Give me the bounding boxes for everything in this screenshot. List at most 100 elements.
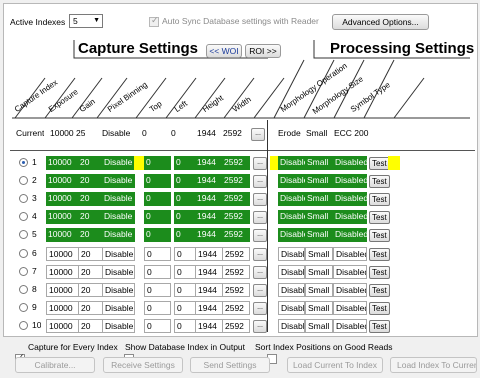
exposure-field[interactable]: 10000 xyxy=(46,247,79,261)
width-field[interactable]: 2592 xyxy=(222,301,250,315)
width-field[interactable]: 2592 xyxy=(222,210,250,224)
test-button[interactable]: Test xyxy=(369,284,390,297)
height-field[interactable]: 1944 xyxy=(195,192,223,206)
index-more-button[interactable]: ... xyxy=(253,229,267,242)
symbol-type-field[interactable]: Disabled xyxy=(333,247,367,261)
binning-field[interactable]: Disable xyxy=(102,210,135,224)
binning-field[interactable]: Disable xyxy=(102,228,135,242)
width-field[interactable]: 2592 xyxy=(222,265,250,279)
exposure-field[interactable]: 10000 xyxy=(46,283,79,297)
symbol-type-field[interactable]: Disabled xyxy=(333,156,367,170)
gain-field[interactable]: 20 xyxy=(78,301,103,315)
width-field[interactable]: 2592 xyxy=(222,156,250,170)
morph-op-field[interactable]: Disable xyxy=(278,283,305,297)
binning-field[interactable]: Disable xyxy=(102,319,135,333)
test-button[interactable]: Test xyxy=(369,248,390,261)
morph-size-field[interactable]: Small xyxy=(305,156,333,170)
test-button[interactable]: Test xyxy=(369,211,390,224)
morph-size-field[interactable]: Small xyxy=(305,192,333,206)
gain-field[interactable]: 20 xyxy=(78,192,103,206)
symbol-type-field[interactable]: Disabled xyxy=(333,174,367,188)
current-more-button[interactable]: ... xyxy=(251,128,265,141)
gain-field[interactable]: 20 xyxy=(78,247,103,261)
index-more-button[interactable]: ... xyxy=(253,302,267,315)
binning-field[interactable]: Disable xyxy=(102,156,135,170)
index-radio[interactable] xyxy=(19,249,28,258)
test-button[interactable]: Test xyxy=(369,320,390,333)
height-field[interactable]: 1944 xyxy=(195,156,223,170)
morph-size-field[interactable]: Small xyxy=(305,247,333,261)
index-more-button[interactable]: ... xyxy=(253,157,267,170)
exposure-field[interactable]: 10000 xyxy=(46,174,79,188)
test-button[interactable]: Test xyxy=(369,157,390,170)
morph-size-field[interactable]: Small xyxy=(305,283,333,297)
gain-field[interactable]: 20 xyxy=(78,319,103,333)
morph-size-field[interactable]: Small xyxy=(305,301,333,315)
test-button[interactable]: Test xyxy=(369,229,390,242)
symbol-type-field[interactable]: Disabled xyxy=(333,283,367,297)
morph-size-field[interactable]: Small xyxy=(305,228,333,242)
binning-field[interactable]: Disable xyxy=(102,283,135,297)
top-field[interactable]: 0 xyxy=(144,265,171,279)
exposure-field[interactable]: 10000 xyxy=(46,156,79,170)
top-field[interactable]: 0 xyxy=(144,301,171,315)
roi-button[interactable]: ROI >> xyxy=(245,44,281,58)
morph-op-field[interactable]: Disable xyxy=(278,210,305,224)
symbol-type-field[interactable]: Disabled xyxy=(333,210,367,224)
index-more-button[interactable]: ... xyxy=(253,284,267,297)
morph-op-field[interactable]: Disable xyxy=(278,319,305,333)
width-field[interactable]: 2592 xyxy=(222,247,250,261)
index-radio[interactable] xyxy=(19,321,28,330)
height-field[interactable]: 1944 xyxy=(195,210,223,224)
index-more-button[interactable]: ... xyxy=(253,320,267,333)
load-index-to-current-button[interactable]: Load Index To Current xyxy=(390,357,477,373)
top-field[interactable]: 0 xyxy=(144,156,171,170)
load-current-to-index-button[interactable]: Load Current To Index xyxy=(287,357,383,373)
width-field[interactable]: 2592 xyxy=(222,192,250,206)
exposure-field[interactable]: 10000 xyxy=(46,301,79,315)
top-field[interactable]: 0 xyxy=(144,210,171,224)
symbol-type-field[interactable]: Disabled xyxy=(333,301,367,315)
binning-field[interactable]: Disable xyxy=(102,192,135,206)
height-field[interactable]: 1944 xyxy=(195,301,223,315)
index-more-button[interactable]: ... xyxy=(253,193,267,206)
binning-field[interactable]: Disable xyxy=(102,265,135,279)
height-field[interactable]: 1944 xyxy=(195,319,223,333)
morph-size-field[interactable]: Small xyxy=(305,174,333,188)
width-field[interactable]: 2592 xyxy=(222,319,250,333)
exposure-field[interactable]: 10000 xyxy=(46,228,79,242)
symbol-type-field[interactable]: Disabled xyxy=(333,228,367,242)
binning-field[interactable]: Disable xyxy=(102,301,135,315)
index-radio[interactable] xyxy=(19,158,28,167)
exposure-field[interactable]: 10000 xyxy=(46,192,79,206)
top-field[interactable]: 0 xyxy=(144,174,171,188)
height-field[interactable]: 1944 xyxy=(195,174,223,188)
exposure-field[interactable]: 10000 xyxy=(46,210,79,224)
gain-field[interactable]: 20 xyxy=(78,228,103,242)
morph-op-field[interactable]: Disable xyxy=(278,174,305,188)
index-radio[interactable] xyxy=(19,212,28,221)
index-radio[interactable] xyxy=(19,230,28,239)
calibrate-button[interactable]: Calibrate... xyxy=(15,357,95,373)
height-field[interactable]: 1944 xyxy=(195,265,223,279)
height-field[interactable]: 1944 xyxy=(195,247,223,261)
top-field[interactable]: 0 xyxy=(144,319,171,333)
symbol-type-field[interactable]: Disabled xyxy=(333,192,367,206)
morph-op-field[interactable]: Disable xyxy=(278,156,305,170)
index-radio[interactable] xyxy=(19,303,28,312)
exposure-field[interactable]: 10000 xyxy=(46,319,79,333)
height-field[interactable]: 1944 xyxy=(195,228,223,242)
index-radio[interactable] xyxy=(19,285,28,294)
gain-field[interactable]: 20 xyxy=(78,210,103,224)
test-button[interactable]: Test xyxy=(369,266,390,279)
height-field[interactable]: 1944 xyxy=(195,283,223,297)
test-button[interactable]: Test xyxy=(369,175,390,188)
exposure-field[interactable]: 10000 xyxy=(46,265,79,279)
morph-size-field[interactable]: Small xyxy=(305,210,333,224)
gain-field[interactable]: 20 xyxy=(78,174,103,188)
morph-op-field[interactable]: Disable xyxy=(278,265,305,279)
index-more-button[interactable]: ... xyxy=(253,175,267,188)
morph-size-field[interactable]: Small xyxy=(305,319,333,333)
index-radio[interactable] xyxy=(19,194,28,203)
top-field[interactable]: 0 xyxy=(144,228,171,242)
